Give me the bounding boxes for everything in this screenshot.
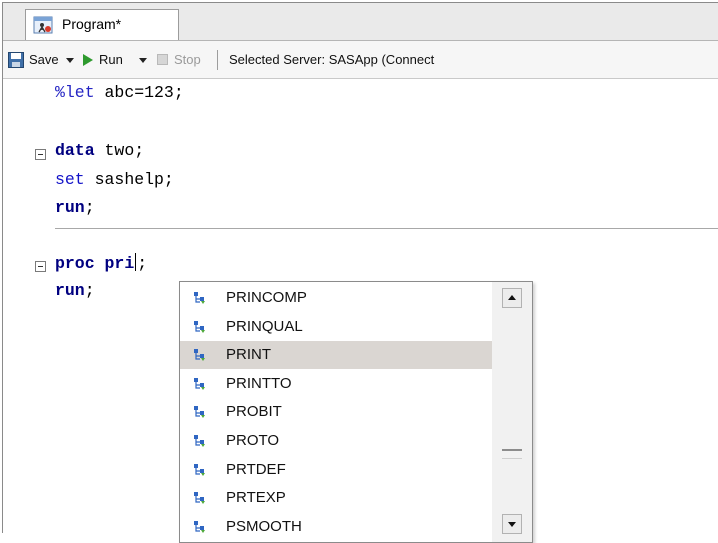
save-dropdown-icon[interactable]: [66, 58, 74, 63]
autocomplete-item[interactable]: PRINQUAL: [180, 313, 492, 341]
autocomplete-item-label: PROTO: [226, 432, 280, 449]
toolbar-separator: [217, 50, 218, 70]
procedure-icon: [194, 492, 205, 505]
code-line-1: %let abc=123;: [55, 83, 184, 102]
selected-server[interactable]: Selected Server: SASApp (Connect: [229, 41, 434, 78]
code-line-4: run;: [55, 198, 95, 217]
chevron-up-icon: [508, 295, 516, 300]
procedure-icon: [194, 520, 205, 533]
autocomplete-item[interactable]: PRINCOMP: [180, 284, 492, 312]
program-window: Program* Save Run Stop Selected Server: …: [2, 2, 718, 543]
save-icon: [8, 52, 24, 68]
scroll-up-button[interactable]: [502, 288, 522, 308]
autocomplete-item-label: PSMOOTH: [226, 517, 302, 535]
fold-data-step-icon[interactable]: [35, 149, 46, 160]
autocomplete-item-label: PRINQUAL: [226, 317, 303, 335]
autocomplete-item[interactable]: PROBIT: [180, 398, 492, 426]
autocomplete-item[interactable]: PRINT: [180, 341, 492, 370]
fold-proc-step-icon[interactable]: [35, 261, 46, 272]
autocomplete-item[interactable]: PRINTTO: [180, 370, 492, 398]
code-line-3: set sashelp;: [55, 170, 174, 189]
run-keyword: run: [55, 198, 85, 217]
run-label: Run: [99, 52, 123, 67]
stop-icon: [157, 54, 168, 65]
macro-keyword: %let: [55, 83, 95, 102]
code-line-5: proc pri;: [55, 253, 148, 273]
procedure-icon: [194, 292, 205, 304]
scroll-down-button[interactable]: [502, 514, 522, 534]
run-icon: [83, 54, 93, 66]
autocomplete-scrollbar[interactable]: [492, 282, 532, 542]
autocomplete-list[interactable]: PRINCOMP PRINQUAL PRINT PRINTTO PROBIT PROTO P…: [179, 281, 533, 543]
procedure-icon: [194, 320, 205, 333]
tab-label: Program*: [62, 16, 122, 32]
autocomplete-item-label: PROBIT: [226, 403, 282, 421]
server-label: Selected Server: SASApp (Connect: [229, 52, 435, 67]
procedure-icon: [194, 463, 205, 476]
autocomplete-item[interactable]: PSMOOTH: [180, 513, 492, 541]
stop-label: Stop: [174, 52, 201, 67]
procedure-icon: [194, 435, 205, 447]
run-dropdown-icon[interactable]: [139, 58, 147, 63]
tab-program[interactable]: Program*: [25, 9, 179, 40]
data-keyword: data: [55, 141, 95, 160]
procedure-icon: [194, 349, 205, 362]
typed-text: pri: [104, 254, 135, 273]
code-line-2: data two;: [55, 141, 145, 160]
autocomplete-item-label: PRINTTO: [226, 374, 292, 392]
autocomplete-item[interactable]: PROTO: [180, 427, 492, 455]
save-label: Save: [29, 52, 59, 67]
program-icon: [33, 16, 53, 34]
set-keyword: set: [55, 170, 85, 189]
autocomplete-item-label: PRINCOMP: [226, 289, 307, 306]
autocomplete-item-label: PRINT: [226, 346, 271, 364]
program-toolbar: Save Run Stop Selected Server: SASApp (C…: [3, 41, 718, 79]
chevron-down-icon: [508, 522, 516, 527]
scroll-thumb[interactable]: [502, 449, 522, 459]
autocomplete-item[interactable]: PRTDEF: [180, 456, 492, 484]
autocomplete-item-label: PRTEXP: [226, 489, 286, 507]
procedure-icon: [194, 406, 205, 419]
proc-keyword: proc: [55, 254, 95, 273]
autocomplete-item[interactable]: PRTEXP: [180, 484, 492, 512]
tab-strip: Program*: [3, 3, 718, 41]
code-line-6: run;: [55, 281, 95, 300]
run-keyword: run: [55, 281, 85, 300]
step-separator-line: [55, 228, 718, 229]
procedure-icon: [194, 377, 205, 390]
autocomplete-item-label: PRTDEF: [226, 460, 286, 478]
